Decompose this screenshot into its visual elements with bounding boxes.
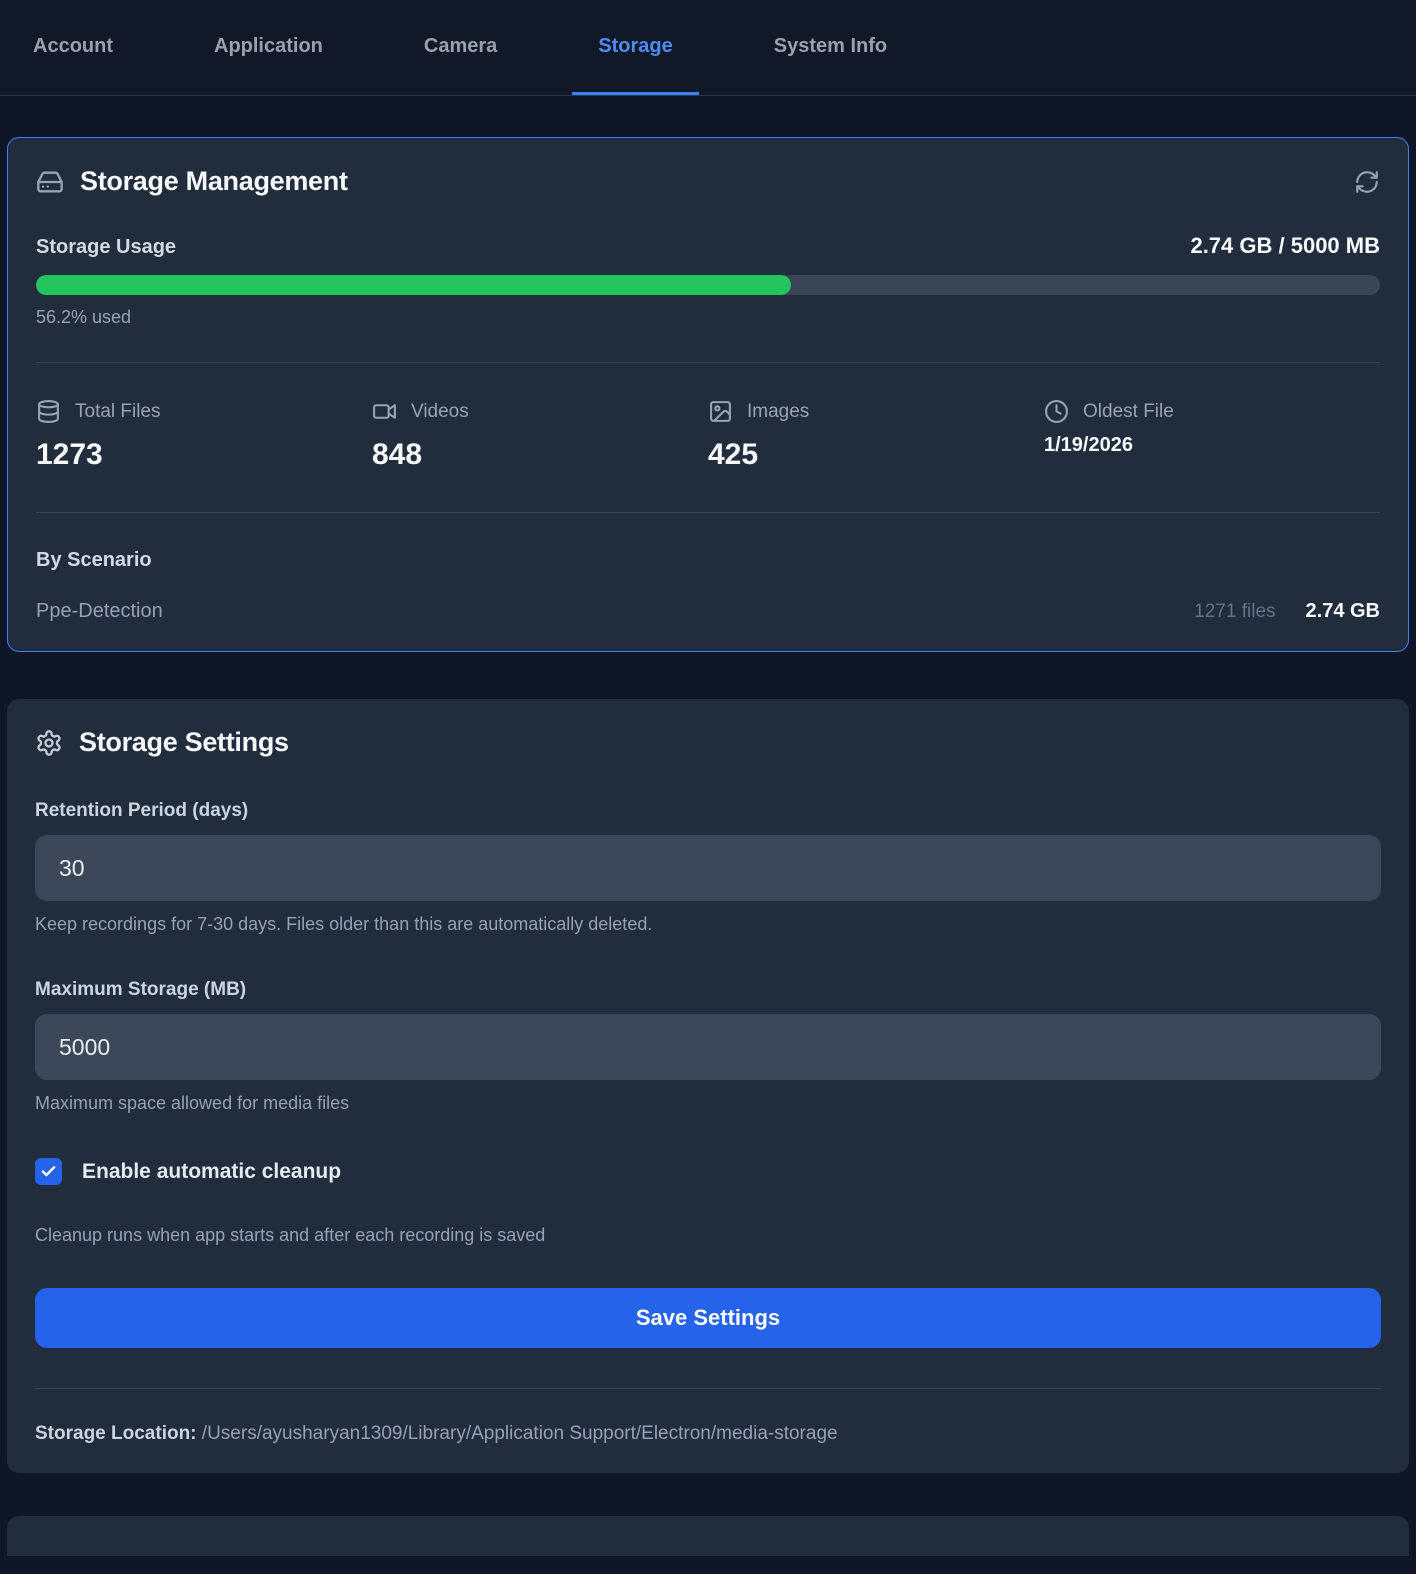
scenario-file-count: 1271 files: [1194, 601, 1276, 622]
tab-account[interactable]: Account: [7, 0, 139, 95]
retention-period-help: Keep recordings for 7-30 days. Files old…: [35, 914, 653, 934]
stat-images: Images 425: [708, 399, 1044, 472]
scenario-name: Ppe-Detection: [36, 600, 163, 622]
video-icon: [372, 399, 397, 424]
checkbox-checked-icon[interactable]: [35, 1158, 62, 1185]
storage-settings-card: Storage Settings Retention Period (days)…: [7, 699, 1409, 1473]
tab-camera-label: Camera: [423, 34, 498, 57]
stat-videos: Videos 848: [372, 399, 708, 472]
storage-management-card: Storage Management Storage Usage 2.74 GB…: [7, 137, 1409, 652]
save-settings-button[interactable]: Save Settings: [35, 1288, 1381, 1348]
storage-location: Storage Location: /Users/ayusharyan1309/…: [35, 1423, 1381, 1445]
stat-total-files: Total Files 1273: [36, 399, 372, 472]
storage-usage-bar: [36, 275, 1380, 295]
stat-total-files-label: Total Files: [75, 400, 161, 422]
clock-icon: [1044, 399, 1069, 424]
storage-usage-label: Storage Usage: [36, 236, 177, 258]
settings-tab-bar: Account Application Camera Storage Syste…: [0, 0, 1416, 96]
by-scenario-label: By Scenario: [36, 549, 152, 571]
storage-location-label: Storage Location:: [35, 1423, 202, 1444]
refresh-icon[interactable]: [1354, 169, 1380, 195]
auto-cleanup-label: Enable automatic cleanup: [82, 1159, 342, 1183]
tab-camera[interactable]: Camera: [398, 0, 523, 95]
stat-images-value: 425: [708, 438, 759, 471]
storage-management-title: Storage Management: [80, 166, 348, 196]
image-icon: [708, 399, 733, 424]
divider: [36, 512, 1380, 513]
stat-oldest-file-label: Oldest File: [1083, 400, 1174, 422]
scenario-row: Ppe-Detection 1271 files 2.74 GB: [36, 600, 1380, 623]
stat-videos-value: 848: [372, 438, 423, 471]
stat-images-label: Images: [747, 400, 810, 422]
auto-cleanup-help: Cleanup runs when app starts and after e…: [35, 1225, 546, 1245]
max-storage-label: Maximum Storage (MB): [35, 979, 247, 1000]
stat-total-files-value: 1273: [36, 438, 103, 471]
tab-application-label: Application: [214, 34, 323, 57]
divider: [36, 362, 1380, 363]
tab-account-label: Account: [33, 34, 113, 57]
gear-icon: [35, 729, 63, 757]
hard-drive-icon: [36, 168, 64, 196]
max-storage-input[interactable]: [35, 1014, 1381, 1080]
stat-oldest-file-value: 1/19/2026: [1044, 434, 1133, 456]
auto-cleanup-toggle[interactable]: Enable automatic cleanup: [35, 1158, 1381, 1185]
scenario-size: 2.74 GB: [1305, 600, 1380, 622]
tab-system-info-label: System Info: [773, 34, 888, 57]
tab-system-info[interactable]: System Info: [748, 0, 913, 95]
storage-usage-value: 2.74 GB / 5000 MB: [1190, 233, 1380, 258]
tab-storage[interactable]: Storage: [572, 0, 699, 95]
tab-storage-label: Storage: [598, 34, 673, 57]
stat-videos-label: Videos: [411, 400, 469, 422]
next-card-partial: [7, 1516, 1409, 1556]
database-icon: [36, 399, 61, 424]
storage-usage-bar-fill: [36, 275, 792, 295]
storage-location-path: /Users/ayusharyan1309/Library/Applicatio…: [201, 1423, 838, 1444]
tab-application[interactable]: Application: [188, 0, 349, 95]
storage-stats: Total Files 1273 Videos 848 Images 425 O…: [36, 399, 1380, 472]
divider: [35, 1388, 1381, 1389]
retention-period-input[interactable]: [35, 835, 1381, 901]
storage-usage-percent: 56.2% used: [36, 307, 132, 327]
max-storage-help: Maximum space allowed for media files: [35, 1093, 350, 1113]
storage-settings-title: Storage Settings: [79, 727, 289, 757]
retention-period-label: Retention Period (days): [35, 800, 249, 821]
stat-oldest-file: Oldest File 1/19/2026: [1044, 399, 1380, 472]
